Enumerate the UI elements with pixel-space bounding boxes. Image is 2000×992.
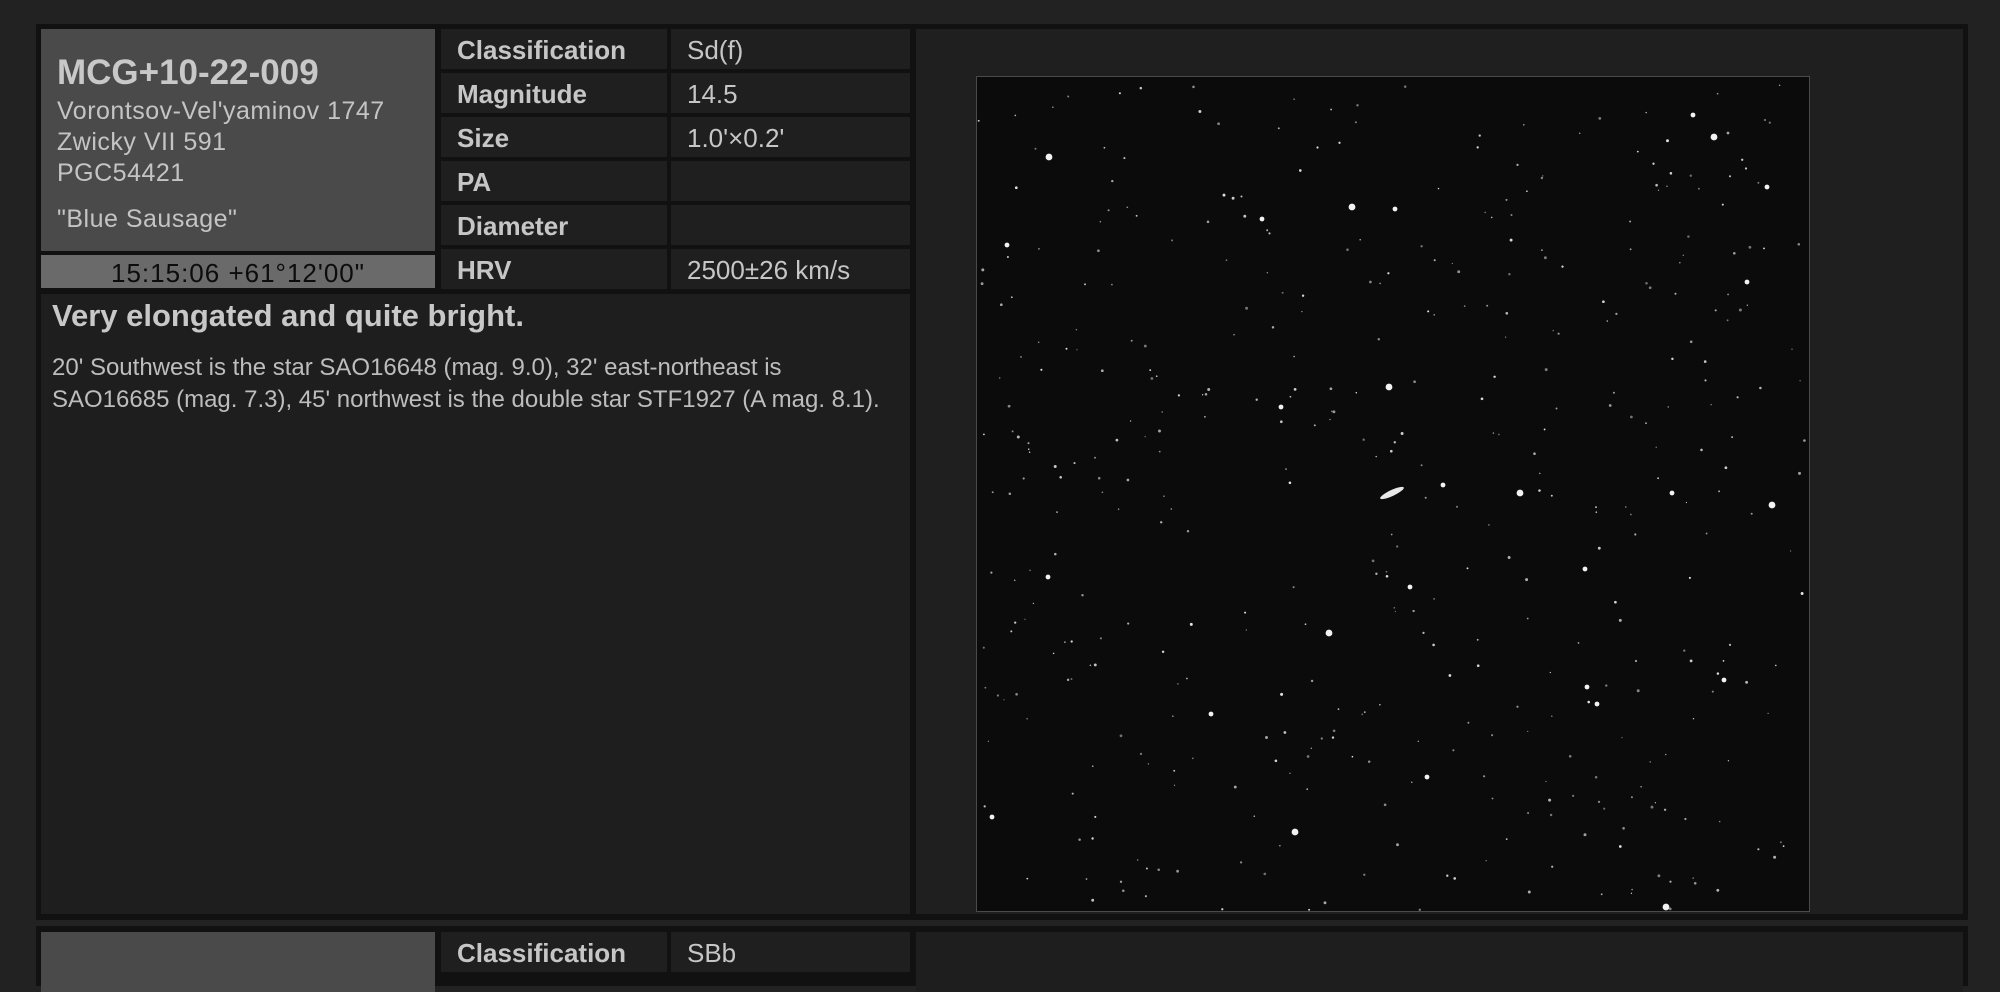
object-name: MCG+10-22-009 [57,53,319,92]
prop-value-diameter [671,205,910,245]
star [1721,677,1727,683]
star [1348,203,1356,211]
prop-label-magnitude: Magnitude [441,73,667,113]
alias-3: PGC54421 [57,159,185,187]
star-field-photo-icon[interactable] [976,76,1810,912]
prop-label-classification-2: Classification [441,932,667,972]
star [1259,216,1265,222]
prop-label-size: Size [441,117,667,157]
star [1440,482,1446,488]
prop-value-classification: Sd(f) [671,29,910,69]
prop-label-pa: PA [441,161,667,201]
object-name-box-2 [41,932,435,992]
star [1045,153,1053,161]
star [1744,279,1750,285]
prop-label-hrv: HRV [441,249,667,289]
prop-value-hrv: 2500±26 km/s [671,249,910,289]
star [1004,242,1010,248]
object-nickname: "Blue Sausage" [57,205,238,233]
object-card: MCG+10-22-009 Vorontsov-Vel'yaminov 1747… [36,24,1968,920]
prop-value-classification-2: SBb [671,932,910,972]
star [1045,574,1051,580]
prop-value-size: 1.0'×0.2' [671,117,910,157]
image-area-2 [916,932,1963,992]
star [1582,566,1588,572]
star [1662,903,1670,911]
star [1710,133,1718,141]
star [1424,774,1430,780]
prop-label-diameter: Diameter [441,205,667,245]
object-card-2: Classification SBb [36,926,1968,992]
star [1291,828,1299,836]
star [1208,711,1214,717]
star [1764,184,1770,190]
star [1392,206,1398,212]
alias-2: Zwicky VII 591 [57,128,227,156]
coordinates: 15:15:06 +61°12'00" [111,258,365,288]
prop-value-pa [671,161,910,201]
prop-label-classification: Classification [441,29,667,69]
description-headline: Very elongated and quite bright. [52,298,524,333]
star [1669,490,1675,496]
alias-1: Vorontsov-Vel'yaminov 1747 [57,97,385,125]
description-text: 20' Southwest is the star SAO16648 (mag.… [52,354,880,413]
galaxy [1380,486,1404,500]
star [1278,404,1284,410]
star [989,814,995,820]
star [1325,629,1333,637]
star [1594,701,1600,707]
star [1516,489,1524,497]
star [1584,684,1590,690]
coordinates-box: 15:15:06 +61°12'00" [41,251,435,288]
star [1407,584,1413,590]
prop-value-magnitude: 14.5 [671,73,910,113]
object-name-box: MCG+10-22-009 Vorontsov-Vel'yaminov 1747… [41,29,435,251]
star [1385,383,1393,391]
star [1768,501,1776,509]
star [1690,112,1696,118]
